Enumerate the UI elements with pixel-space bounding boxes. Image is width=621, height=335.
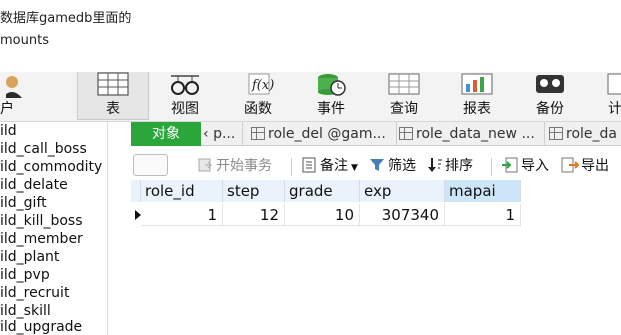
- import-icon: [502, 157, 518, 173]
- export-icon: [561, 157, 580, 173]
- toolbar-function-button[interactable]: f(x) 函数: [228, 72, 288, 120]
- filter-funnel-icon: [370, 159, 384, 171]
- table-toolbar: 开始事务 备注 ▼ 筛选 排序 导入 导出: [131, 152, 621, 180]
- toolbar-table-button[interactable]: 表: [77, 72, 149, 120]
- column-header-step[interactable]: step: [223, 180, 285, 202]
- table-icon: [251, 127, 265, 140]
- column-header-grade[interactable]: grade: [285, 180, 360, 202]
- tab-label: role_data_new ...: [416, 126, 535, 142]
- caption-text: 数据库gamedb里面的 mounts: [0, 8, 131, 52]
- table-icon: [97, 72, 129, 96]
- tree-item[interactable]: ild_recruit: [0, 284, 69, 302]
- import-label: 导入: [521, 158, 549, 174]
- caption-line-2: mounts: [0, 33, 49, 48]
- filter-button[interactable]: 筛选: [369, 156, 416, 176]
- table-icon: [549, 127, 563, 140]
- cell-grade[interactable]: 10: [285, 204, 360, 226]
- tab-bar: 对象 ‹ p... role_del @gam... role_data_new…: [131, 122, 621, 146]
- table-icon: [399, 127, 413, 140]
- cell-step[interactable]: 12: [223, 204, 285, 226]
- export-button[interactable]: 导出: [561, 156, 609, 176]
- tab-scroll-back-icon[interactable]: ‹: [203, 126, 209, 142]
- function-icon: f(x): [248, 73, 274, 95]
- caption-line-1: 数据库gamedb里面的: [0, 11, 132, 26]
- sort-button[interactable]: 排序: [427, 156, 473, 176]
- tree-item[interactable]: ild_plant: [0, 248, 59, 266]
- cell-mapai[interactable]: 1: [445, 204, 521, 226]
- begin-transaction-button[interactable]: 开始事务: [197, 156, 272, 176]
- export-label: 导出: [581, 158, 609, 174]
- toolbar-user-button[interactable]: 户: [0, 72, 40, 120]
- column-header-mapai[interactable]: mapai: [445, 180, 521, 202]
- tree-item[interactable]: ild_kill_boss: [0, 212, 82, 230]
- cell-role-id[interactable]: 1: [141, 204, 223, 226]
- tree-item[interactable]: ild_gift: [0, 194, 47, 212]
- transaction-icon: [198, 158, 213, 172]
- tab-label: p...: [213, 126, 236, 142]
- sort-icon: [428, 158, 442, 172]
- view-glasses-icon: [171, 75, 199, 95]
- user-icon: [6, 76, 22, 98]
- tab-role-del[interactable]: role_del @gam...: [251, 122, 397, 146]
- tab-objects[interactable]: 对象: [131, 122, 201, 146]
- query-grid-icon: [388, 73, 420, 95]
- tab-label: role_del @gam...: [268, 126, 386, 142]
- report-icon: [461, 73, 493, 95]
- cell-exp[interactable]: 307340: [360, 204, 445, 226]
- toolbar-divider: [491, 158, 492, 176]
- menu-button[interactable]: [133, 154, 168, 176]
- svg-text:f(x): f(x): [251, 78, 274, 93]
- schedule-icon: [607, 73, 621, 95]
- toolbar-event-button[interactable]: 事件: [301, 72, 361, 120]
- tab-role-da[interactable]: role_da: [549, 122, 621, 146]
- sort-label: 排序: [445, 158, 473, 174]
- tree-item[interactable]: ild_upgrade: [0, 318, 82, 335]
- note-icon: [302, 157, 316, 173]
- tree-item[interactable]: ild_member: [0, 230, 83, 248]
- column-header-exp[interactable]: exp: [360, 180, 445, 202]
- dropdown-icon: ▼: [351, 163, 358, 173]
- filter-label: 筛选: [388, 158, 416, 174]
- notes-label: 备注: [320, 158, 348, 174]
- column-header-role-id[interactable]: role_id: [141, 180, 223, 202]
- toolbar-query-button[interactable]: 查询: [374, 72, 434, 120]
- tab-label: role_da: [566, 126, 617, 142]
- toolbar-report-button[interactable]: 报表: [447, 72, 507, 120]
- notes-button[interactable]: 备注 ▼: [301, 156, 358, 176]
- event-clock-icon: [318, 74, 346, 96]
- tree-item[interactable]: ild_commodity: [0, 158, 102, 176]
- row-selector-header: [131, 180, 141, 202]
- backup-icon: [536, 75, 564, 93]
- toolbar-divider: [291, 158, 292, 176]
- object-tree: ild ild_call_boss ild_commodity ild_dela…: [0, 122, 108, 335]
- toolbar-view-button[interactable]: 视图: [155, 72, 215, 120]
- import-button[interactable]: 导入: [501, 156, 549, 176]
- tree-item[interactable]: ild_pvp: [0, 266, 50, 284]
- tree-item[interactable]: ild_delate: [0, 176, 68, 194]
- tree-item[interactable]: ild: [0, 122, 17, 140]
- toolbar-backup-button[interactable]: 备份: [520, 72, 580, 120]
- tab-role-data-new[interactable]: role_data_new ...: [399, 122, 545, 146]
- begin-transaction-label: 开始事务: [216, 158, 272, 174]
- main-toolbar: 户 表 视图 f(x) 函数 事件 查询 报表 备份 计: [0, 72, 621, 122]
- toolbar-schedule-button[interactable]: 计: [596, 72, 621, 120]
- tab-truncated-p[interactable]: ‹ p...: [203, 122, 243, 146]
- tree-item[interactable]: ild_call_boss: [0, 140, 87, 158]
